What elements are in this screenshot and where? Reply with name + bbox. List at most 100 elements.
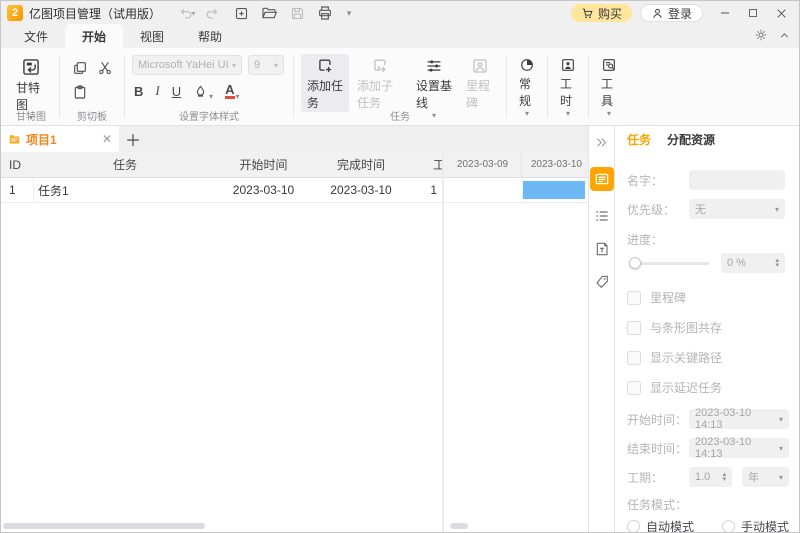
cart-icon: [581, 7, 594, 20]
copy-button[interactable]: [68, 56, 92, 79]
menu-tab-view[interactable]: 视图: [123, 24, 181, 48]
copy-icon: [72, 60, 88, 76]
menu-tab-file[interactable]: 文件: [7, 24, 65, 48]
italic-button[interactable]: I: [155, 83, 159, 99]
gantt-horizontal-scrollbar[interactable]: [450, 523, 468, 529]
general-button[interactable]: 常规 ▾: [513, 54, 541, 117]
general-dropdown-icon: ▾: [525, 111, 529, 116]
progress-spinner-arrows-icon[interactable]: ▴▾: [775, 258, 779, 268]
col-header-task[interactable]: 任务: [34, 156, 216, 173]
task-detail-panel-button[interactable]: [590, 167, 614, 191]
tools-button[interactable]: 工具 ▾: [595, 54, 623, 117]
auto-mode-radio[interactable]: [627, 520, 640, 532]
progress-spinner[interactable]: 0 % ▴▾: [721, 253, 785, 273]
delayed-task-checkbox[interactable]: [627, 381, 641, 395]
task-mode-radios: 自动模式 手动模式: [627, 518, 789, 532]
panel-tab-resources[interactable]: 分配资源: [667, 131, 715, 148]
tools-dropdown-icon: ▾: [607, 111, 611, 116]
list-panel-icon[interactable]: [594, 208, 610, 224]
cell-end[interactable]: 2023-03-10: [311, 183, 411, 197]
cell-duration[interactable]: 1: [411, 183, 442, 197]
note-panel-icon[interactable]: [594, 241, 610, 257]
gantt-task-bar[interactable]: [523, 181, 585, 199]
workspace: 项目1 ✕ ＋ ID 任务 开始时间 完成时间 工期 1 任务1: [1, 126, 799, 532]
add-subtask-button[interactable]: 添加子任务: [351, 54, 408, 112]
milestone-checkbox-label: 里程碑: [650, 289, 686, 306]
project-folder-icon: [8, 133, 21, 146]
ribbon-group-font: Microsoft YaHei UI▾ 9▾ B I U ▾ A▾ 设置字体样式: [125, 48, 293, 125]
worktime-dropdown-icon: ▾: [566, 111, 570, 116]
underline-button[interactable]: U: [172, 84, 181, 99]
print-button[interactable]: [315, 4, 335, 22]
new-tab-button[interactable]: ＋: [119, 126, 147, 152]
ribbon-group-general: 常规 ▾: [507, 48, 547, 125]
gantt-row: [444, 178, 588, 203]
font-size-select[interactable]: 9▾: [248, 55, 284, 75]
settings-gear-icon[interactable]: [754, 28, 768, 42]
cell-task[interactable]: 任务1: [34, 182, 216, 199]
add-task-button[interactable]: 添加任务: [301, 54, 349, 112]
cell-id: 1: [1, 178, 34, 202]
document-tab-project1[interactable]: 项目1 ✕: [1, 126, 119, 152]
login-button[interactable]: 登录: [640, 4, 703, 22]
manual-mode-radio[interactable]: [722, 520, 735, 532]
undo-dropdown-icon[interactable]: ▾: [192, 9, 196, 18]
undo-button[interactable]: ▾: [177, 4, 197, 22]
progress-label: 进度：: [627, 231, 663, 248]
ribbon-group-gantt: 甘特图 ▾ 甘特图: [3, 48, 59, 125]
end-time-dropdown-icon: ▾: [779, 446, 783, 451]
cut-button[interactable]: [93, 56, 117, 79]
milestone-button[interactable]: 里程碑: [460, 54, 499, 112]
save-button[interactable]: [287, 4, 307, 22]
tab-close-icon[interactable]: ✕: [102, 132, 112, 146]
milestone-checkbox[interactable]: [627, 291, 641, 305]
work-time-button[interactable]: 工时 ▾: [554, 54, 582, 117]
fill-color-button[interactable]: ▾: [193, 84, 213, 99]
panel-icon-strip: [589, 126, 615, 532]
duration-unit-select[interactable]: 年 ▾: [742, 467, 789, 487]
task-mode-label: 任务模式：: [627, 496, 687, 513]
col-header-id[interactable]: ID: [1, 158, 34, 172]
priority-label: 优先级：: [627, 201, 689, 218]
gantt-date-1: 2023-03-09: [444, 152, 522, 177]
maximize-button[interactable]: [741, 3, 765, 23]
paste-button[interactable]: [68, 80, 92, 103]
table-horizontal-scrollbar[interactable]: [3, 523, 205, 529]
redo-button[interactable]: [201, 4, 221, 22]
new-document-button[interactable]: [231, 4, 251, 22]
col-header-duration[interactable]: 工期: [411, 156, 442, 173]
font-color-button[interactable]: A▾: [225, 83, 239, 99]
priority-select[interactable]: 无 ▾: [689, 199, 785, 219]
col-header-end[interactable]: 完成时间: [311, 156, 411, 173]
name-input[interactable]: [689, 170, 785, 190]
menu-tab-help[interactable]: 帮助: [181, 24, 239, 48]
panel-tab-task[interactable]: 任务: [627, 131, 651, 148]
start-time-select[interactable]: 2023-03-10 14:13 ▾: [689, 409, 789, 429]
auto-mode-option[interactable]: 自动模式: [627, 518, 694, 532]
menu-tab-home[interactable]: 开始: [65, 24, 123, 48]
quick-access-more-button[interactable]: ▾: [339, 4, 359, 22]
minimize-button[interactable]: [713, 3, 737, 23]
progress-slider-thumb[interactable]: [629, 257, 641, 269]
panel-tabs: 任务 分配资源: [615, 126, 799, 152]
critical-path-checkbox[interactable]: [627, 351, 641, 365]
manual-mode-option[interactable]: 手动模式: [722, 518, 789, 532]
buy-label: 购买: [598, 5, 622, 22]
col-header-start[interactable]: 开始时间: [216, 156, 311, 173]
progress-slider[interactable]: [629, 262, 709, 265]
coexist-bar-checkbox[interactable]: [627, 321, 641, 335]
tag-panel-icon[interactable]: [594, 274, 610, 290]
cell-start[interactable]: 2023-03-10: [216, 183, 311, 197]
buy-button[interactable]: 购买: [571, 4, 632, 22]
collapse-ribbon-icon[interactable]: [778, 29, 791, 42]
duration-spinner-arrows-icon[interactable]: ▴▾: [723, 472, 727, 482]
close-button[interactable]: [769, 3, 793, 23]
collapse-panel-icon[interactable]: [594, 135, 609, 150]
duration-spinner[interactable]: 1.0 ▴▾: [689, 467, 732, 487]
open-file-button[interactable]: [259, 4, 279, 22]
table-row[interactable]: 1 任务1 2023-03-10 2023-03-10 1: [1, 178, 442, 203]
duration-label: 工期：: [627, 469, 689, 486]
font-family-select[interactable]: Microsoft YaHei UI▾: [132, 55, 242, 75]
end-time-select[interactable]: 2023-03-10 14:13 ▾: [689, 438, 789, 458]
bold-button[interactable]: B: [134, 84, 143, 99]
